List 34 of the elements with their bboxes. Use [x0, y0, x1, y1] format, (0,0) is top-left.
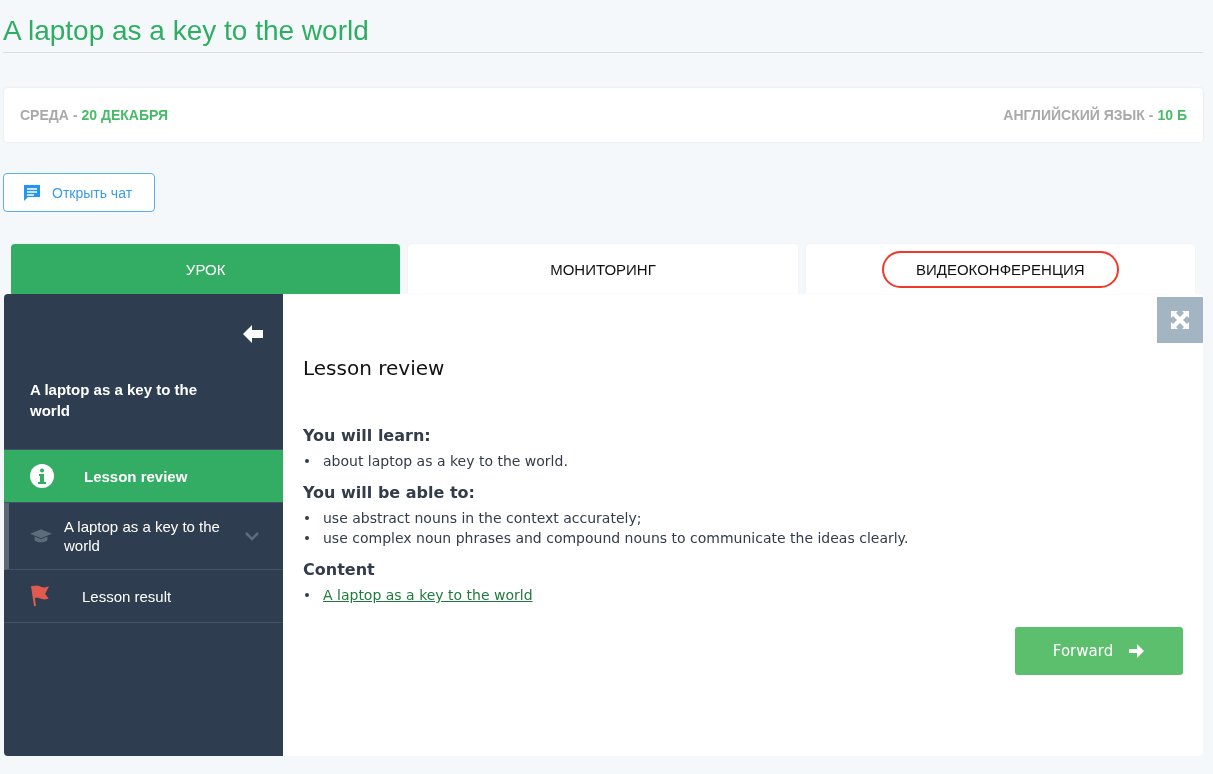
back-arrow-icon[interactable]	[242, 324, 264, 344]
sidebar-item[interactable]: Lesson result	[4, 570, 283, 623]
section-heading: Content	[303, 560, 376, 579]
info-icon	[30, 464, 54, 488]
tab[interactable]: УРОК	[11, 244, 401, 294]
separator: -	[72, 107, 78, 123]
list-text: use abstract nouns in the context accurately;	[323, 510, 642, 526]
sidebar-item[interactable]: A laptop as a key to the world	[4, 503, 283, 570]
sidebar-item[interactable]: Lesson review	[4, 450, 283, 503]
date-label: 20 ДЕКАБРЯ	[81, 107, 169, 123]
section-heading: You will learn:	[303, 426, 432, 445]
bullet-dot	[305, 459, 309, 463]
content-link[interactable]: A laptop as a key to the world	[323, 587, 533, 603]
expand-arrows-icon	[1170, 310, 1190, 330]
chat-icon	[22, 182, 42, 203]
chevron-down-icon	[245, 531, 259, 541]
day-label: СРЕДА	[20, 107, 69, 123]
arrow-right-icon	[1129, 644, 1146, 658]
separator: -	[1148, 107, 1154, 123]
flag-icon	[30, 585, 52, 607]
class-label: 10 Б	[1157, 107, 1187, 123]
content-title: Lesson review	[303, 356, 446, 380]
list-text: use complex noun phrases and compound nouns to communicate the ideas clearly.	[323, 530, 909, 546]
open-chat-button[interactable]: Открыть чат	[3, 173, 155, 212]
tab[interactable]: МОНИТОРИНГ	[408, 244, 798, 294]
section-heading: You will be able to:	[303, 483, 476, 502]
bullet-dot	[305, 593, 309, 597]
list-text: about laptop as a key to the world.	[323, 453, 568, 469]
tab[interactable]: ВИДЕОКОНФЕРЕНЦИЯ	[805, 244, 1195, 294]
page-title: A laptop as a key to the world	[3, 14, 1203, 53]
graduation-cap-icon	[30, 528, 52, 544]
subject-label: АНГЛИЙСКИЙ ЯЗЫК	[1003, 107, 1145, 123]
bullet-dot	[305, 516, 309, 520]
bullet-dot	[305, 536, 309, 540]
